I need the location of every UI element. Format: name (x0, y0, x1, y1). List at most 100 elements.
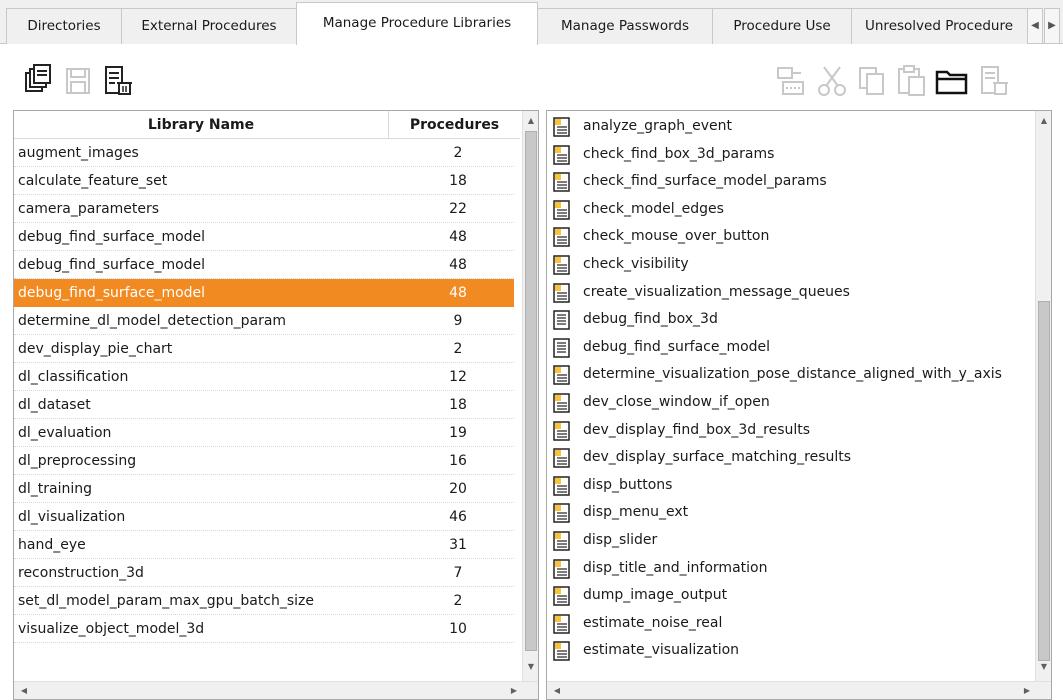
procedure-count: 18 (449, 397, 467, 413)
library-row[interactable]: debug_find_surface_model 48 (14, 279, 514, 307)
procedure-row[interactable]: debug_find_surface_model (547, 334, 1035, 361)
library-table-header: Library Name Procedures (14, 111, 520, 139)
library-vertical-scrollbar[interactable]: ▲ ▼ (522, 111, 538, 683)
procedure-name: disp_title_and_information (583, 559, 768, 576)
scroll-down-arrow[interactable]: ▼ (523, 659, 538, 675)
column-header-procedures[interactable]: Procedures (389, 111, 520, 139)
procedure-doc-icon (553, 117, 571, 137)
procedure-row[interactable]: analyze_graph_event (547, 113, 1035, 140)
procedure-row[interactable]: debug_find_box_3d (547, 306, 1035, 333)
tab-scroll-left-button[interactable]: ◀ (1027, 8, 1043, 44)
procedure-row[interactable]: check_find_surface_model_params (547, 168, 1035, 195)
scroll-left-arrow[interactable]: ◀ (549, 683, 565, 699)
library-name: dev_display_pie_chart (18, 341, 173, 357)
scrollbar-thumb[interactable] (1038, 301, 1050, 661)
procedure-row[interactable]: disp_menu_ext (547, 499, 1035, 526)
library-name: dl_visualization (18, 509, 126, 525)
procedure-row[interactable]: disp_slider (547, 527, 1035, 554)
procedure-vertical-scrollbar[interactable]: ▲ ▼ (1035, 111, 1051, 683)
procedure-doc-icon (553, 586, 571, 606)
library-row[interactable]: dl_preprocessing 16 (14, 447, 514, 475)
procedure-row[interactable]: check_visibility (547, 251, 1035, 278)
library-name: set_dl_model_param_max_gpu_batch_size (18, 593, 315, 609)
library-row[interactable]: dl_dataset 18 (14, 391, 514, 419)
procedure-count: 10 (449, 621, 467, 637)
library-name: dl_preprocessing (18, 453, 137, 469)
procedure-doc-icon (553, 172, 571, 192)
scroll-left-arrow[interactable]: ◀ (16, 683, 32, 699)
procedure-count: 46 (449, 509, 467, 525)
cut-icon[interactable] (814, 64, 850, 98)
column-header-library-name[interactable]: Library Name (14, 111, 389, 139)
scroll-up-arrow[interactable]: ▲ (523, 113, 538, 129)
library-row[interactable]: hand_eye 31 (14, 531, 514, 559)
procedure-row[interactable]: disp_buttons (547, 472, 1035, 499)
insert-icon[interactable] (772, 64, 808, 98)
library-row[interactable]: augment_images 2 (14, 139, 514, 167)
tab-manage-procedure-libraries[interactable]: Manage Procedure Libraries (296, 2, 538, 45)
delete-library-icon[interactable] (100, 64, 136, 98)
manage-libraries-pane: Library Name Procedures augment_images 2 c… (0, 44, 1063, 700)
library-row[interactable]: determine_dl_model_detection_param 9 (14, 307, 514, 335)
library-row[interactable]: dl_evaluation 19 (14, 419, 514, 447)
tab-external-procedures[interactable]: External Procedures (121, 8, 297, 44)
procedure-doc-icon (553, 255, 571, 275)
procedure-row[interactable]: estimate_visualization (547, 637, 1035, 664)
tab-directories[interactable]: Directories (6, 8, 122, 44)
open-library-icon[interactable] (20, 64, 56, 98)
procedure-row[interactable]: check_find_box_3d_params (547, 141, 1035, 168)
procedure-horizontal-scrollbar[interactable]: ◀ ▶ (547, 681, 1051, 699)
procedure-row[interactable]: check_model_edges (547, 196, 1035, 223)
library-row[interactable]: camera_parameters 22 (14, 195, 514, 223)
tab-procedure-use[interactable]: Procedure Use (712, 8, 852, 44)
scroll-down-arrow[interactable]: ▼ (1036, 659, 1051, 675)
procedure-doc-icon (553, 282, 571, 303)
scrollbar-thumb[interactable] (525, 131, 537, 651)
library-name: calculate_feature_set (18, 173, 168, 189)
procedure-row[interactable]: create_visualization_message_queues (547, 279, 1035, 306)
library-row[interactable]: set_dl_model_param_max_gpu_batch_size 2 (14, 587, 514, 615)
save-icon[interactable] (60, 64, 96, 98)
library-row[interactable]: visualize_object_model_3d 10 (14, 615, 514, 643)
library-row[interactable]: dl_training 20 (14, 475, 514, 503)
procedure-row[interactable]: estimate_noise_real (547, 610, 1035, 637)
tab-manage-passwords[interactable]: Manage Passwords (537, 8, 713, 44)
library-row[interactable]: debug_find_surface_model 48 (14, 223, 514, 251)
procedure-row[interactable]: dev_display_surface_matching_results (547, 444, 1035, 471)
procedure-row[interactable]: check_mouse_over_button (547, 223, 1035, 250)
open-folder-icon[interactable] (934, 64, 970, 98)
procedure-count: 7 (453, 565, 463, 581)
delete-procedure-icon[interactable] (976, 64, 1012, 98)
library-row[interactable]: dl_classification 12 (14, 363, 514, 391)
procedure-count: 19 (449, 425, 467, 441)
library-row[interactable]: calculate_feature_set 18 (14, 167, 514, 195)
procedure-count: 2 (453, 145, 463, 161)
procedure-count: 22 (449, 201, 467, 217)
library-row[interactable]: debug_find_surface_model 48 (14, 251, 514, 279)
procedure-count: 12 (449, 369, 467, 385)
procedure-row[interactable]: disp_title_and_information (547, 555, 1035, 582)
procedure-count: 9 (453, 313, 463, 329)
library-name: camera_parameters (18, 201, 160, 217)
library-horizontal-scrollbar[interactable]: ◀ ▶ (14, 681, 538, 699)
scroll-up-arrow[interactable]: ▲ (1036, 113, 1051, 129)
library-row[interactable]: dev_display_pie_chart 2 (14, 335, 514, 363)
procedure-name: disp_slider (583, 532, 658, 548)
tab-unresolved-procedure[interactable]: Unresolved Procedure (851, 8, 1028, 44)
library-table: Library Name Procedures augment_images 2 c… (13, 110, 539, 700)
procedure-name: check_model_edges (583, 200, 724, 217)
library-row[interactable]: reconstruction_3d 7 (14, 559, 514, 587)
procedure-row[interactable]: dev_display_find_box_3d_results (547, 417, 1035, 444)
scroll-right-arrow[interactable]: ▶ (506, 683, 522, 699)
tab-scroll-right-button[interactable]: ▶ (1044, 8, 1060, 44)
scroll-right-arrow[interactable]: ▶ (1019, 683, 1035, 699)
procedure-row[interactable]: determine_visualization_pose_distance_al… (547, 361, 1035, 388)
procedure-row[interactable]: dev_close_window_if_open (547, 389, 1035, 416)
copy-icon[interactable] (854, 64, 890, 98)
procedure-doc-icon (553, 558, 571, 579)
paste-icon[interactable] (894, 64, 930, 98)
library-row[interactable]: dl_visualization 46 (14, 503, 514, 531)
procedure-row[interactable]: dump_image_output (547, 582, 1035, 609)
procedure-count: 18 (449, 173, 467, 189)
procedure-list: analyze_graph_event check_find_box_3d_par… (547, 113, 1035, 681)
